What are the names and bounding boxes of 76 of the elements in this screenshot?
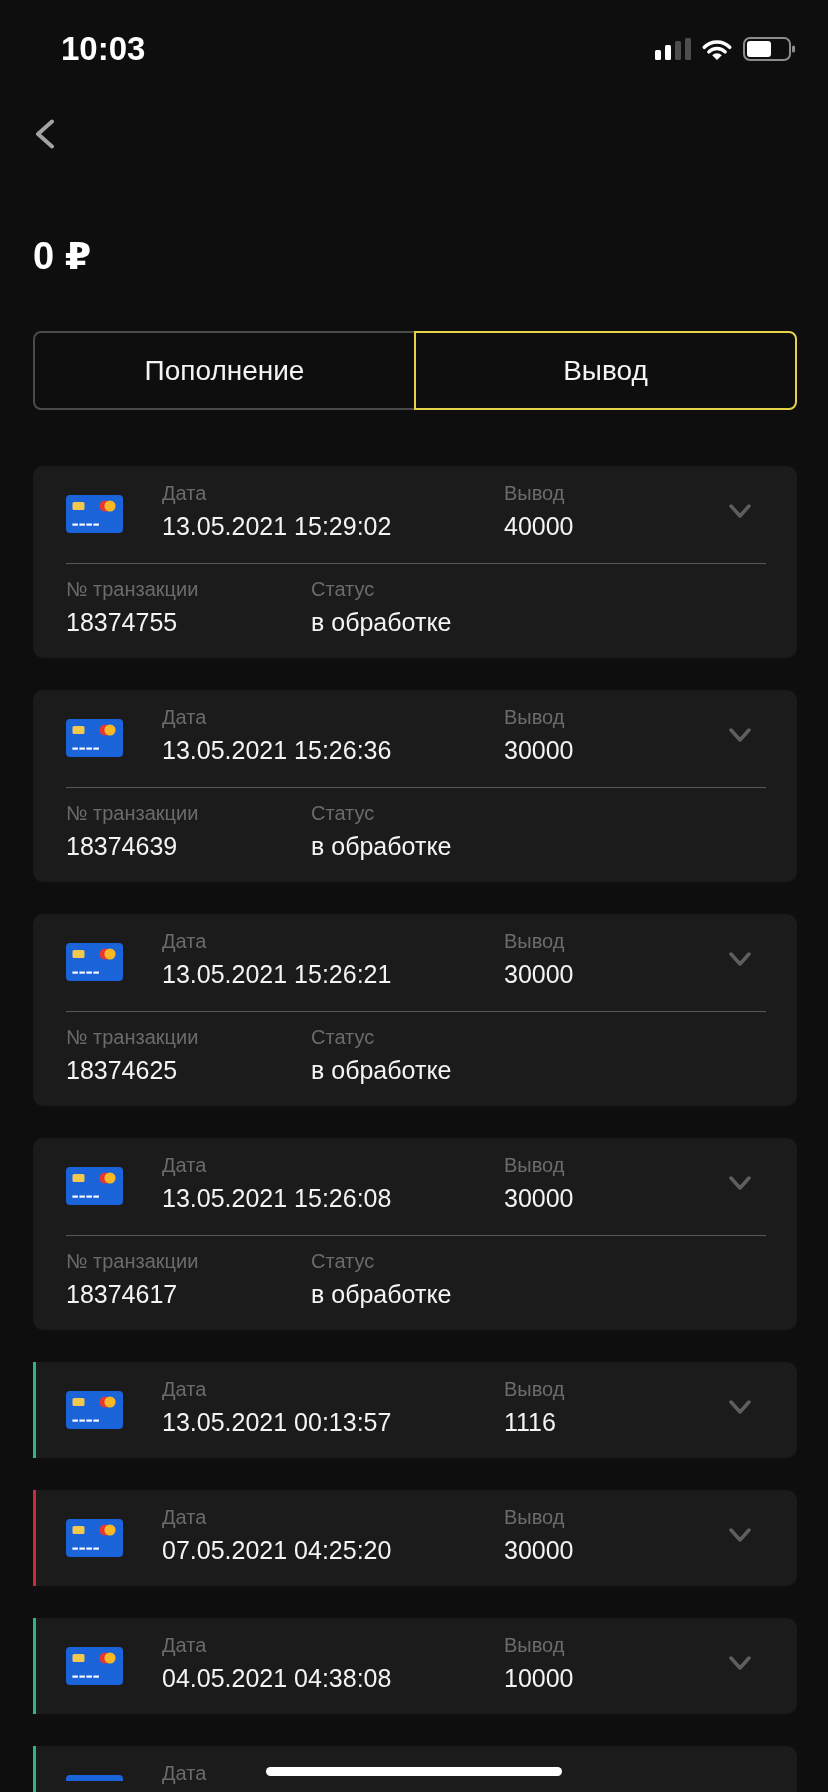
bank-card-icon xyxy=(66,943,123,981)
transaction-card[interactable]: Дата 13.05.2021 15:29:02 Вывод 40000 № транзакции 18374755 Статус в обработке xyxy=(33,466,797,658)
date-value: 04.05.2021 04:38:08 xyxy=(162,1663,392,1693)
date-value: 13.05.2021 15:26:21 xyxy=(162,959,392,989)
status-label: Статус xyxy=(311,577,375,601)
date-label: Дата xyxy=(162,1153,207,1177)
back-button[interactable] xyxy=(34,119,55,149)
signal-icon xyxy=(655,38,691,60)
bank-card-icon xyxy=(66,719,123,757)
transaction-card[interactable]: Дата 13.05.2021 15:26:08 Вывод 30000 № транзакции 18374617 Статус в обработке xyxy=(33,1138,797,1330)
date-value: 13.05.2021 15:26:08 xyxy=(162,1183,392,1213)
status-value: в обработке xyxy=(311,1279,452,1309)
bank-card-icon xyxy=(66,1647,123,1685)
chevron-down-icon[interactable] xyxy=(729,728,751,743)
transaction-number: 18374755 xyxy=(66,607,178,637)
transaction-number: 18374625 xyxy=(66,1055,178,1085)
date-label: Дата xyxy=(162,705,207,729)
tab[interactable]: Пополнение xyxy=(33,331,416,410)
status-label: Статус xyxy=(311,801,375,825)
date-label: Дата xyxy=(162,1633,207,1657)
battery-icon xyxy=(743,37,795,61)
bank-card-icon xyxy=(66,1519,123,1557)
status-time: 10:03 xyxy=(61,29,146,69)
status-value: в обработке xyxy=(311,1055,452,1085)
transaction-card[interactable]: Дата 13.05.2021 15:26:21 Вывод 30000 № транзакции 18374625 Статус в обработке xyxy=(33,914,797,1106)
transaction-card[interactable]: Дата 04.05.2021 04:38:08 Вывод 10000 xyxy=(33,1618,797,1714)
transaction-number-label: № транзакции xyxy=(66,577,199,601)
amount-label: Вывод xyxy=(504,705,565,729)
amount-value: 1116 xyxy=(504,1407,556,1437)
balance-amount: 0 ₽ xyxy=(33,234,92,278)
bank-card-icon xyxy=(66,1167,123,1205)
amount-label: Вывод xyxy=(504,929,565,953)
date-label: Дата xyxy=(162,1761,207,1785)
amount-value: 40000 xyxy=(504,511,574,541)
status-value: в обработке xyxy=(311,831,452,861)
status-label: Статус xyxy=(311,1025,375,1049)
amount-label: Вывод xyxy=(504,1505,565,1529)
chevron-left-icon xyxy=(34,119,55,149)
tab[interactable]: Вывод xyxy=(414,331,797,410)
date-value: 13.05.2021 15:26:36 xyxy=(162,735,392,765)
transaction-card[interactable]: Дата 13.05.2021 15:26:36 Вывод 30000 № транзакции 18374639 Статус в обработке xyxy=(33,690,797,882)
chevron-down-icon[interactable] xyxy=(729,1176,751,1191)
chevron-down-icon[interactable] xyxy=(729,504,751,519)
amount-label: Вывод xyxy=(504,481,565,505)
chevron-down-icon[interactable] xyxy=(729,1400,751,1415)
amount-label: Вывод xyxy=(504,1377,565,1401)
transaction-number: 18374617 xyxy=(66,1279,178,1309)
bank-card-icon xyxy=(66,1775,123,1781)
chevron-down-icon[interactable] xyxy=(729,1656,751,1671)
date-value: 07.05.2021 04:25:20 xyxy=(162,1535,392,1565)
amount-value: 30000 xyxy=(504,735,574,765)
bank-card-icon xyxy=(66,495,123,533)
chevron-down-icon[interactable] xyxy=(729,1528,751,1543)
amount-value: 30000 xyxy=(504,1183,574,1213)
date-value: 13.05.2021 00:13:57 xyxy=(162,1407,392,1437)
wifi-icon xyxy=(701,38,733,60)
date-label: Дата xyxy=(162,481,207,505)
transaction-number: 18374639 xyxy=(66,831,178,861)
amount-label: Вывод xyxy=(504,1633,565,1657)
amount-value: 30000 xyxy=(504,1535,574,1565)
transaction-card[interactable]: Дата 13.05.2021 00:13:57 Вывод 1116 xyxy=(33,1362,797,1458)
date-label: Дата xyxy=(162,1377,207,1401)
amount-value: 30000 xyxy=(504,959,574,989)
amount-value: 10000 xyxy=(504,1663,574,1693)
date-label: Дата xyxy=(162,929,207,953)
date-label: Дата xyxy=(162,1505,207,1529)
amount-label: Вывод xyxy=(504,1153,565,1177)
transaction-card[interactable]: Дата 07.05.2021 04:25:20 Вывод 30000 xyxy=(33,1490,797,1586)
date-value: 13.05.2021 15:29:02 xyxy=(162,511,392,541)
chevron-down-icon[interactable] xyxy=(729,952,751,967)
transaction-number-label: № транзакции xyxy=(66,801,199,825)
bank-card-icon xyxy=(66,1391,123,1429)
transaction-number-label: № транзакции xyxy=(66,1025,199,1049)
status-value: в обработке xyxy=(311,607,452,637)
transaction-number-label: № транзакции xyxy=(66,1249,199,1273)
status-label: Статус xyxy=(311,1249,375,1273)
